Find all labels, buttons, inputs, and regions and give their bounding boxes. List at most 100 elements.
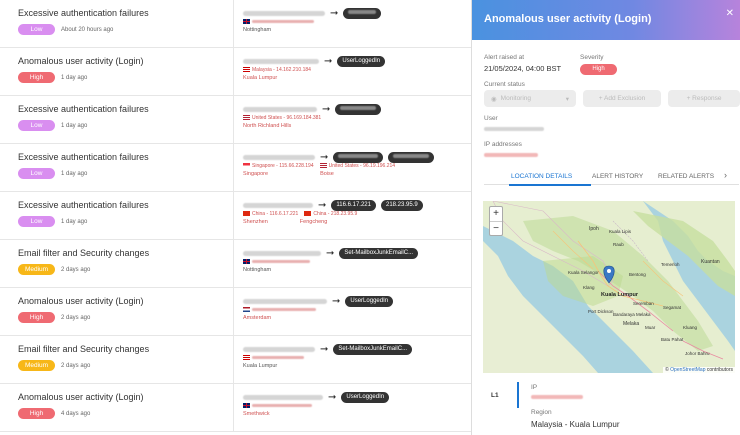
alert-list: Excessive authentication failures Low Ab… — [0, 0, 471, 435]
zoom-controls: + − — [489, 206, 503, 236]
alert-detail-cell: ➞ United States - 96.169.184.381 North R… — [233, 96, 471, 144]
map-label: Port Dickson — [588, 309, 614, 314]
severity-label: Severity — [580, 54, 604, 61]
alert-meta: Medium 2 days ago — [18, 360, 228, 371]
country-flag-icon — [243, 211, 250, 216]
location-city: North Richland Hills — [243, 123, 292, 129]
alert-detail-cell: ➞ Set-MailboxJunkEmailC... Nottingham — [233, 240, 471, 288]
arrow-right-icon: ➞ — [332, 295, 341, 307]
location-line: North Richland Hills — [243, 123, 291, 129]
country-flag-icon-2 — [304, 211, 312, 216]
alert-summary: Email filter and Security changes Medium… — [18, 344, 228, 371]
alert-meta: High 2 days ago — [18, 312, 228, 323]
location-city-2: Fengcheng — [299, 219, 328, 225]
target-pill: 116.6.17.221 — [331, 200, 376, 211]
alert-title: Excessive authentication failures — [18, 200, 149, 210]
alert-row[interactable]: Email filter and Security changes Medium… — [0, 240, 471, 288]
ip-line: Singapore - 115.66.228.194 United States … — [243, 163, 395, 169]
tab-location-details[interactable]: LOCATION DETAILS — [511, 173, 572, 180]
alert-row[interactable]: Anomalous user activity (Login) High 1 d… — [0, 48, 471, 96]
tab-alert-history[interactable]: ALERT HISTORY — [592, 173, 643, 180]
alert-flow: ➞ 116.6.17.221 218.23.95.9 — [243, 200, 423, 211]
ip-addresses-label: IP addresses — [484, 141, 522, 148]
response-button[interactable]: + Response — [668, 90, 740, 107]
alert-title: Anomalous user activity (Login) — [18, 296, 144, 306]
zoom-in-button[interactable]: + — [490, 207, 502, 221]
arrow-right-icon: ➞ — [326, 247, 335, 259]
alert-flow: ➞ UserLoggedIn — [243, 295, 394, 307]
location-city: Shenzhen — [243, 219, 268, 225]
zoom-out-button[interactable]: − — [490, 221, 502, 235]
map-label: Ipoh — [589, 226, 599, 232]
alert-summary: Email filter and Security changes Medium… — [18, 248, 228, 275]
arrow-right-icon: ➞ — [322, 103, 331, 115]
arrow-right-icon: ➞ — [330, 7, 339, 19]
ip-redacted — [252, 260, 310, 264]
alert-detail-cell: ➞ UserLoggedIn Amsterdam — [233, 288, 471, 336]
ip-line: United States - 96.169.184.381 — [243, 115, 321, 121]
alert-summary: Anomalous user activity (Login) High 2 d… — [18, 296, 228, 323]
alert-row[interactable]: Excessive authentication failures Low 1 … — [0, 192, 471, 240]
alert-summary: Excessive authentication failures Low 1 … — [18, 152, 228, 179]
alert-row[interactable]: Excessive authentication failures Low 1 … — [0, 144, 471, 192]
user-redacted — [243, 107, 317, 112]
country-flag-icon — [243, 403, 250, 408]
alert-raised-value: 21/05/2024, 04:00 BST — [484, 64, 562, 73]
alert-detail-cell: ➞ UserLoggedIn Smethwick — [233, 384, 471, 432]
severity-badge: High — [18, 72, 55, 83]
target-pill: UserLoggedIn — [345, 296, 394, 307]
status-label: Current status — [484, 81, 525, 88]
alert-meta: High 1 day ago — [18, 72, 228, 83]
target-pill-redacted — [335, 104, 382, 115]
country-flag-icon-2 — [319, 163, 327, 168]
alert-time: 2 days ago — [61, 266, 91, 273]
user-value-redacted — [484, 127, 544, 131]
alert-time: 1 day ago — [61, 218, 88, 225]
add-exclusion-button[interactable]: + Add Exclusion — [583, 90, 661, 107]
ip-redacted — [252, 308, 316, 312]
alert-flow: ➞ — [243, 103, 382, 115]
alert-meta: Low 1 day ago — [18, 120, 228, 131]
map-attribution: © OpenStreetMap contributors — [663, 367, 735, 373]
alert-row[interactable]: Excessive authentication failures Low 1 … — [0, 96, 471, 144]
country-flag-icon — [243, 307, 250, 312]
map-label: Kuantan — [701, 259, 720, 265]
location-line: Amsterdam — [243, 315, 271, 321]
chevron-right-icon[interactable]: › — [724, 170, 727, 180]
alert-row[interactable]: Email filter and Security changes Medium… — [0, 336, 471, 384]
alert-summary: Excessive authentication failures Low 1 … — [18, 104, 228, 131]
close-icon[interactable]: ✕ — [726, 8, 734, 19]
alert-row[interactable]: Anomalous user activity (Login) High 4 d… — [0, 384, 471, 432]
location-details: L1 IP Region Malaysia - Kuala Lumpur — [472, 378, 740, 435]
ip-line: Malaysia - 14.162.210.184 — [243, 67, 311, 73]
target-pill: Set-MailboxJunkEmailC... — [333, 344, 413, 355]
status-select[interactable]: ◉ Monitoring ▾ — [484, 90, 576, 107]
user-redacted — [243, 347, 315, 352]
tab-related-alerts[interactable]: RELATED ALERTS — [658, 173, 714, 180]
location-city: Kuala Lumpur — [243, 363, 278, 369]
alert-title: Anomalous user activity (Login) — [18, 56, 144, 66]
user-redacted — [243, 251, 321, 256]
severity-badge: Low — [18, 216, 55, 227]
ip-location: United States - 96.169.184.381 — [252, 115, 322, 121]
ip-location-2: China - 218.23.95.9 — [313, 211, 358, 217]
alert-title: Excessive authentication failures — [18, 152, 149, 162]
severity-badge: High — [18, 408, 55, 419]
alert-title: Excessive authentication failures — [18, 104, 149, 114]
alert-row[interactable]: Excessive authentication failures Low Ab… — [0, 0, 471, 48]
location-tab-l1[interactable]: L1 — [491, 392, 499, 399]
alert-row[interactable]: Anomalous user activity (Login) High 2 d… — [0, 288, 471, 336]
location-city: Amsterdam — [243, 315, 272, 321]
osm-link[interactable]: OpenStreetMap — [670, 367, 705, 373]
location-line: Singapore Boise — [243, 171, 334, 177]
ip-line — [243, 403, 312, 409]
location-city: Singapore — [243, 171, 269, 177]
location-map[interactable]: Ipoh Kuala Selangor Kuala Lumpur Seremba… — [483, 201, 735, 373]
alert-detail-cell: ➞ 116.6.17.221 218.23.95.9 China - 116.6.… — [233, 192, 471, 240]
alert-flow: ➞ — [243, 7, 382, 19]
panel-title: Anomalous user activity (Login) — [484, 13, 652, 25]
country-flag-icon — [243, 259, 250, 264]
user-redacted — [243, 299, 327, 304]
alert-meta: Low 1 day ago — [18, 216, 228, 227]
active-tab-indicator — [509, 184, 591, 186]
